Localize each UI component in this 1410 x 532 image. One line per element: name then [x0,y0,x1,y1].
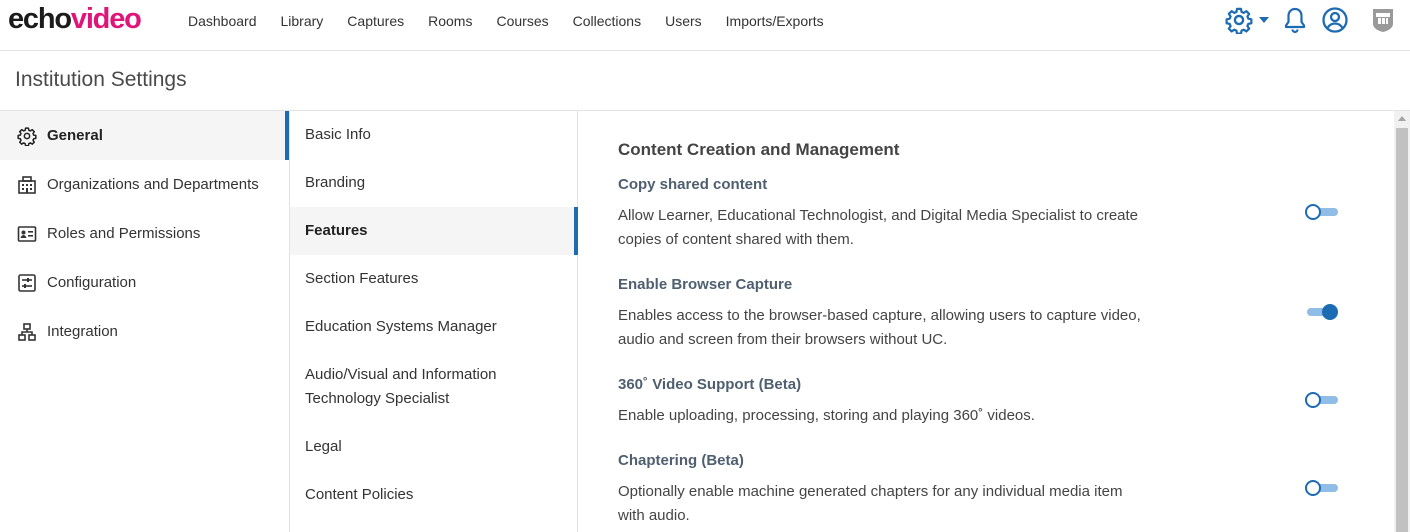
main-nav: Dashboard Library Captures Rooms Courses… [176,0,836,41]
nav-courses[interactable]: Courses [484,13,560,29]
toggle-browser-capture[interactable] [1305,304,1339,320]
feature-desc-line: with audio. [618,507,690,524]
nav-rooms[interactable]: Rooms [416,13,484,29]
toggle-copy-shared-content[interactable] [1305,204,1339,220]
toggle-knob [1305,480,1321,496]
gear-icon [16,125,38,147]
toggle-360-video[interactable] [1305,392,1339,408]
feature-desc-360-video: Enable uploading, processing, storing an… [618,404,1188,428]
feature-desc-copy-shared-content: Allow Learner, Educational Technologist,… [618,204,1188,252]
subnav-item-legal[interactable]: Legal [290,423,577,471]
sidebar-item-configuration[interactable]: Configuration [0,258,289,307]
feature-title-copy-shared-content: Copy shared content [618,176,768,193]
building-icon [16,174,38,196]
settings-subnav: Basic Info Branding Features Section Fea… [289,111,578,532]
toggle-chaptering[interactable] [1305,480,1339,496]
features-panel: Content Creation and Management Copy sha… [578,111,1394,532]
id-card-icon [16,223,38,245]
sidebar-item-label: Organizations and Departments [47,176,259,193]
nav-collections[interactable]: Collections [561,13,653,29]
subnav-item-features[interactable]: Features [290,207,578,255]
section-title: Content Creation and Management [618,140,900,159]
sliders-icon [16,272,38,294]
feature-desc-line: copies of content shared with them. [618,231,854,248]
settings-sidebar: General Organizations and Departments Ro… [0,111,289,532]
echovideo-logo[interactable]: echovideo [8,3,142,35]
feature-desc-line: Optionally enable machine generated chap… [618,483,1123,500]
nav-captures[interactable]: Captures [335,13,416,29]
notifications-button[interactable] [1283,6,1307,34]
logo-text-video: video [70,3,142,35]
sidebar-item-label: Configuration [47,274,137,291]
sidebar-item-label: Integration [47,323,118,340]
feature-desc-line: audio and screen from their browsers wit… [618,331,948,348]
sidebar-item-roles[interactable]: Roles and Permissions [0,209,289,258]
toggle-knob [1305,392,1321,408]
feature-desc-line: Enable uploading, processing, storing an… [618,407,1035,424]
subnav-item-section-features[interactable]: Section Features [290,255,577,303]
network-icon [16,321,38,343]
subnav-item-education-systems-manager[interactable]: Education Systems Manager [290,303,577,351]
feature-desc-chaptering: Optionally enable machine generated chap… [618,480,1188,528]
page-header: Institution Settings [0,51,1410,111]
subnav-item-basic-info[interactable]: Basic Info [290,111,577,159]
sidebar-item-organizations[interactable]: Organizations and Departments [0,160,289,209]
app-badge-button[interactable] [1370,6,1396,34]
top-bar: echovideo Dashboard Library Captures Roo… [0,0,1410,51]
page-title: Institution Settings [15,68,187,91]
feature-desc-line: Allow Learner, Educational Technologist,… [618,207,1139,224]
sidebar-item-general[interactable]: General [0,111,289,160]
bell-icon [1284,7,1306,34]
content-scrollbar[interactable] [1394,111,1410,532]
scroll-up-arrow[interactable] [1398,116,1406,121]
nav-users[interactable]: Users [653,13,714,29]
subnav-item-av-it-specialist[interactable]: Audio/Visual and Information Technology … [290,351,577,423]
sidebar-item-integration[interactable]: Integration [0,307,289,356]
feature-desc-line: Enables access to the browser-based capt… [618,307,1141,324]
nav-dashboard[interactable]: Dashboard [176,13,269,29]
nav-imports-exports[interactable]: Imports/Exports [714,13,836,29]
subnav-item-content-policies[interactable]: Content Policies [290,471,577,519]
app-badge-icon [1373,9,1393,32]
subnav-item-label-line2: Technology Specialist [305,390,450,407]
toggle-knob [1305,204,1321,220]
subnav-item-label-line1: Audio/Visual and Information [305,366,497,383]
toggle-knob [1322,304,1338,320]
feature-desc-browser-capture: Enables access to the browser-based capt… [618,304,1188,352]
sidebar-item-label: General [47,127,103,144]
feature-title-browser-capture: Enable Browser Capture [618,276,793,293]
logo-text-echo: echo [8,3,72,35]
scroll-thumb[interactable] [1396,128,1408,532]
feature-title-chaptering: Chaptering (Beta) [618,452,744,469]
settings-menu-button[interactable] [1225,6,1271,34]
subnav-item-branding[interactable]: Branding [290,159,577,207]
user-menu-button[interactable] [1321,6,1349,34]
feature-title-360-video: 360˚ Video Support (Beta) [618,376,802,393]
settings-gear-icon [1225,7,1253,34]
user-circle-icon [1322,7,1348,33]
caret-down-icon [1259,17,1269,23]
sidebar-item-label: Roles and Permissions [47,225,201,242]
nav-library[interactable]: Library [269,13,336,29]
